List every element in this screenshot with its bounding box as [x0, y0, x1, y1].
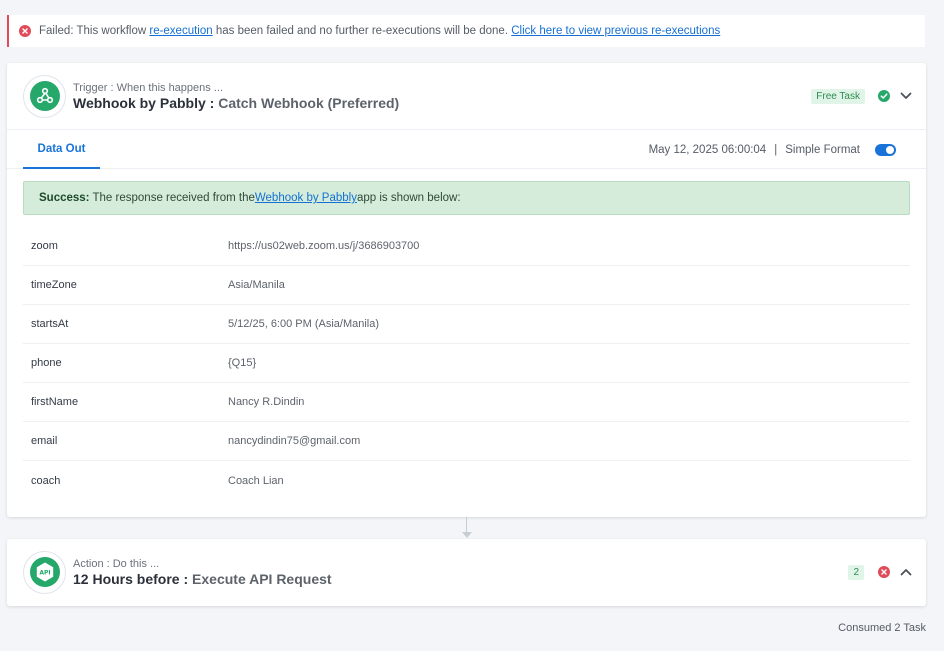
failure-alert: Failed: This workflow re-execution has b… [7, 15, 925, 47]
field-row: phone {Q15} [23, 344, 910, 383]
field-row: email nancydindin75@gmail.com [23, 422, 910, 461]
field-row: startsAt 5/12/25, 6:00 PM (Asia/Manila) [23, 305, 910, 344]
webhook-app-icon [23, 74, 66, 118]
error-circle-icon [19, 25, 31, 37]
webhook-icon [36, 87, 53, 104]
action-subtitle: Action : Do this ... [73, 557, 160, 570]
alert-text: Failed: This workflow re-execution has b… [39, 25, 721, 37]
field-key: firstName [31, 396, 79, 408]
webhook-app-link[interactable]: Webhook by Pabbly [255, 192, 357, 204]
chevron-down-icon[interactable] [900, 92, 912, 100]
task-count-badge: 2 [848, 564, 864, 580]
field-value: nancydindin75@gmail.com [228, 435, 361, 447]
separator: | [774, 143, 778, 156]
field-value: 5/12/25, 6:00 PM (Asia/Manila) [228, 318, 380, 330]
field-row: timeZone Asia/Manila [23, 266, 910, 305]
trigger-subtitle: Trigger : When this happens ... [73, 81, 223, 94]
field-row: firstName Nancy R.Dindin [23, 383, 910, 422]
field-key: phone [31, 357, 62, 369]
consumed-tasks-label: Consumed 2 Task [838, 622, 926, 634]
error-circle-icon [878, 566, 890, 578]
step-connector-arrow-icon [462, 532, 472, 538]
field-value: {Q15} [228, 357, 257, 369]
field-value: https://us02web.zoom.us/j/3686903700 [228, 240, 420, 252]
field-row: coach Coach Lian [23, 461, 910, 500]
action-header[interactable]: API Action : Do this ... 12 Hours before… [7, 539, 926, 605]
view-previous-re-executions-link[interactable]: Click here to view previous re-execution… [511, 25, 720, 37]
chevron-up-icon[interactable] [900, 568, 912, 576]
tab-data-out[interactable]: Data Out [23, 130, 100, 169]
field-value: Nancy R.Dindin [228, 396, 305, 408]
free-task-badge: Free Task [811, 88, 865, 104]
tab-bar: Data Out May 12, 2025 06:00:04 | Simple … [7, 129, 926, 169]
action-card: API Action : Do this ... 12 Hours before… [7, 539, 926, 606]
success-message: Success: The response received from the … [23, 181, 910, 215]
success-check-icon [878, 90, 890, 102]
field-row: zoom https://us02web.zoom.us/j/3686903700 [23, 227, 910, 266]
trigger-title: Webhook by Pabbly : Catch Webhook (Prefe… [73, 94, 400, 111]
simple-format-label: Simple Format [785, 143, 860, 156]
data-fields: zoom https://us02web.zoom.us/j/3686903700… [23, 227, 910, 500]
api-icon: API [36, 562, 53, 582]
field-value: Coach Lian [228, 474, 284, 487]
re-execution-link[interactable]: re-execution [149, 25, 212, 37]
execution-timestamp: May 12, 2025 06:00:04 [648, 143, 767, 156]
field-key: zoom [31, 240, 58, 252]
field-key: coach [31, 474, 61, 487]
simple-format-toggle[interactable] [875, 143, 896, 156]
action-title: 12 Hours before : Execute API Request [73, 570, 332, 587]
trigger-card: Trigger : When this happens ... Webhook … [7, 63, 926, 517]
svg-text:API: API [39, 570, 50, 577]
field-key: email [31, 435, 58, 447]
field-key: startsAt [31, 318, 69, 330]
api-app-icon: API [23, 550, 66, 594]
field-key: timeZone [31, 279, 77, 291]
trigger-header[interactable]: Trigger : When this happens ... Webhook … [7, 63, 926, 129]
field-value: Asia/Manila [228, 279, 285, 291]
step-connector-line [466, 517, 467, 533]
